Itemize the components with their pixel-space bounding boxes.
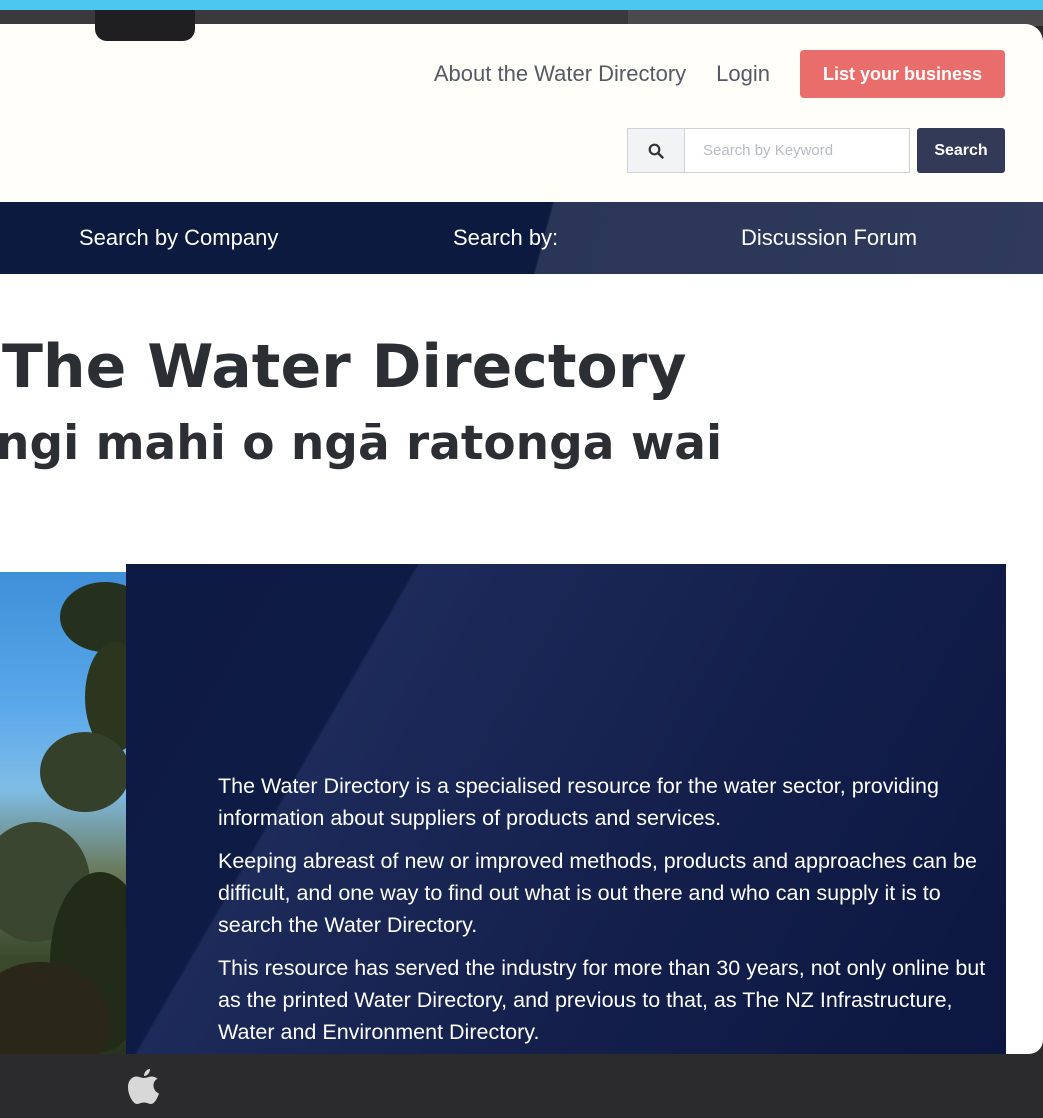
search-button[interactable]: Search — [917, 128, 1005, 173]
site-header: About the Water Directory Login List you… — [0, 24, 1043, 202]
hero-paragraph: This resource has served the industry fo… — [218, 956, 986, 1044]
list-your-business-button[interactable]: List your business — [800, 50, 1005, 98]
browser-screen: About the Water Directory Login List you… — [0, 24, 1043, 1054]
apple-icon — [126, 1066, 162, 1106]
page-title: The Water Directory — [2, 332, 687, 402]
top-accent-bar — [0, 0, 1043, 10]
main-nav: Search by Company Search by: Discussion … — [0, 202, 1043, 274]
page-subtitle: ngi mahi o ngā ratonga wai — [0, 416, 723, 471]
hero-paragraph: The Water Directory is a specialised res… — [218, 774, 939, 830]
hero-photo — [0, 572, 126, 1054]
search-bar: Search — [627, 128, 1005, 173]
device-notch — [95, 10, 195, 41]
header-top-links: About the Water Directory Login List you… — [434, 50, 1005, 98]
search-input[interactable] — [685, 128, 910, 173]
nav-item-search-by-company[interactable]: Search by Company — [79, 202, 278, 274]
hero-text: The Water Directory is a specialised res… — [218, 770, 988, 1054]
login-link[interactable]: Login — [716, 61, 770, 87]
about-link[interactable]: About the Water Directory — [434, 61, 686, 87]
hero-paragraph: Keeping abreast of new or improved metho… — [218, 849, 977, 937]
nav-item-discussion-forum[interactable]: Discussion Forum — [741, 202, 917, 274]
tree-foliage — [40, 732, 126, 812]
hero-panel: The Water Directory is a specialised res… — [126, 564, 1006, 1054]
search-icon[interactable] — [627, 128, 685, 173]
nav-item-search-by[interactable]: Search by: — [453, 202, 558, 274]
